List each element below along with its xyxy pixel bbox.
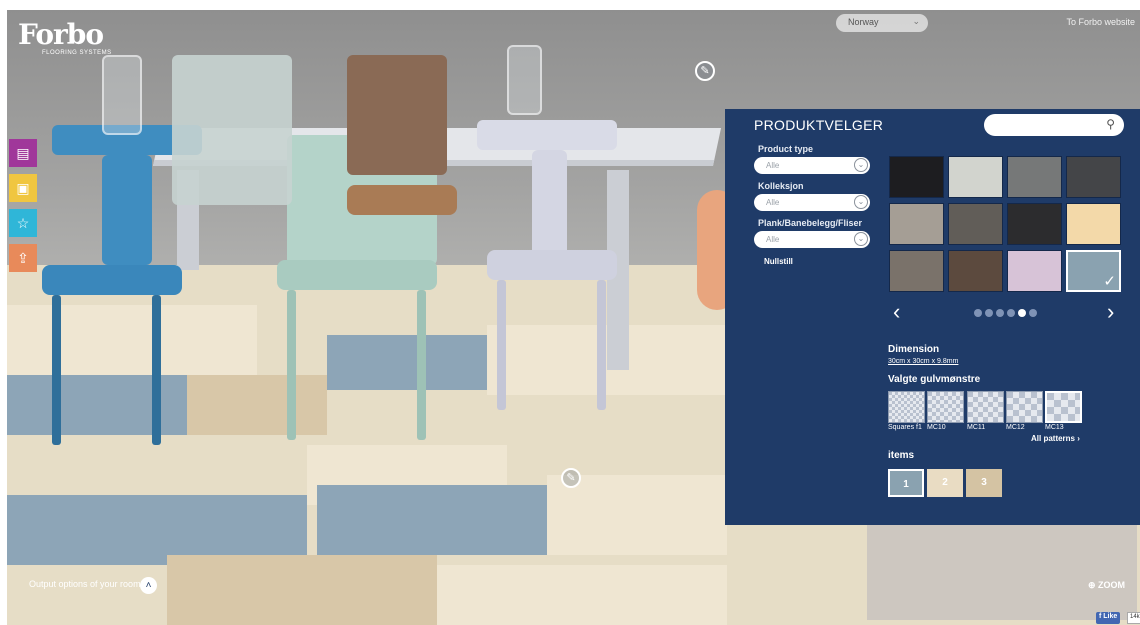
floor-swatch[interactable] xyxy=(1066,156,1121,198)
item-button[interactable]: 3 xyxy=(966,469,1002,497)
vase xyxy=(102,55,142,135)
image-icon[interactable]: ▣ xyxy=(9,174,37,202)
search-input[interactable]: ⚲ xyxy=(984,114,1124,136)
pattern-name: MC11 xyxy=(967,424,986,431)
reset-filters-link[interactable]: Nullstill xyxy=(764,257,793,266)
filter-label-product-type: Product type xyxy=(758,144,814,154)
dimension-value[interactable]: 30cm x 30cm x 9.8mm xyxy=(888,358,958,365)
panel-title: PRODUKTVELGER xyxy=(754,117,884,133)
country-select[interactable]: Norway ⌄ xyxy=(836,14,928,32)
chevron-down-icon: ⌄ xyxy=(854,158,868,172)
items-label: items xyxy=(888,450,915,461)
zoom-label: ZOOM xyxy=(1098,580,1126,590)
vase xyxy=(507,45,542,115)
pagination-dot[interactable] xyxy=(1007,309,1015,317)
floor-swatch[interactable] xyxy=(889,156,944,198)
chevron-up-icon[interactable]: ˄ xyxy=(140,577,157,594)
pagination-dot[interactable] xyxy=(996,309,1004,317)
pagination-dot[interactable] xyxy=(1018,309,1026,317)
collection-select[interactable]: Alle ⌄ xyxy=(754,194,870,211)
floor-tile xyxy=(7,305,257,375)
facebook-like-label: Like xyxy=(1103,613,1118,620)
floor-tile xyxy=(437,565,727,625)
facebook-like-count: 14k xyxy=(1127,612,1140,624)
product-type-value: Alle xyxy=(766,161,780,170)
country-value: Norway xyxy=(848,17,879,27)
share-icon[interactable]: ⇪ xyxy=(9,244,37,272)
floor-swatch[interactable] xyxy=(948,156,1003,198)
product-type-select[interactable]: Alle ⌄ xyxy=(754,157,870,174)
item-button[interactable]: 1 xyxy=(888,469,924,497)
pagination-dot[interactable] xyxy=(1029,309,1037,317)
floor-swatch[interactable] xyxy=(1007,250,1062,292)
star-icon[interactable]: ☆ xyxy=(9,209,37,237)
output-options-label[interactable]: Output options of your room xyxy=(29,579,141,589)
checkmark-icon: ✓ xyxy=(1103,273,1116,290)
floor-swatch[interactable] xyxy=(1066,203,1121,245)
edit-wall-pencil-icon[interactable]: ✎ xyxy=(695,61,715,81)
all-patterns-text: All patterns xyxy=(1031,434,1076,443)
prev-page-arrow-icon[interactable]: ‹ xyxy=(893,299,900,325)
pattern-thumbnail[interactable] xyxy=(967,391,1004,423)
filter-label-collection: Kolleksjon xyxy=(758,181,804,191)
floor-swatch[interactable] xyxy=(1007,203,1062,245)
patterns-label: Valgte gulvmønstre xyxy=(888,374,981,385)
pagination-dot[interactable] xyxy=(985,309,993,317)
format-select[interactable]: Alle ⌄ xyxy=(754,231,870,248)
forbo-website-link[interactable]: To Forbo website xyxy=(1066,17,1135,27)
pattern-thumbnail[interactable] xyxy=(1006,391,1043,423)
logo-tagline: FLOORING SYSTEMS xyxy=(42,50,112,56)
zoom-icon: ⊕ xyxy=(1088,580,1099,590)
all-patterns-link[interactable]: All patterns › xyxy=(1031,434,1080,443)
zoom-button[interactable]: ⊕ ZOOM xyxy=(1088,580,1125,591)
search-icon: ⚲ xyxy=(1106,117,1115,131)
dimension-label: Dimension xyxy=(888,344,940,355)
pattern-name: Squares f1 xyxy=(888,424,922,431)
floor-swatch[interactable] xyxy=(1007,156,1062,198)
logo-brand: Forbo xyxy=(18,18,104,51)
edit-floor-pencil-icon[interactable]: ✎ xyxy=(561,468,581,488)
floor-swatch[interactable] xyxy=(889,250,944,292)
chevron-down-icon: ⌄ xyxy=(854,195,868,209)
floor-swatch[interactable]: ✓ xyxy=(1066,250,1121,292)
format-value: Alle xyxy=(766,235,780,244)
product-selector-panel: PRODUKTVELGER ⚲ Product type Alle ⌄ Koll… xyxy=(725,109,1140,525)
chevron-right-icon: › xyxy=(1077,434,1080,443)
forbo-logo[interactable]: Forbo FLOORING SYSTEMS xyxy=(18,18,112,57)
pattern-thumbnail[interactable] xyxy=(1045,391,1082,423)
chevron-down-icon: ⌄ xyxy=(912,16,920,26)
floor-swatch[interactable] xyxy=(948,203,1003,245)
layout-icon[interactable]: ▤ xyxy=(9,139,37,167)
pattern-name: MC12 xyxy=(1006,424,1025,431)
floor-swatch[interactable] xyxy=(948,250,1003,292)
pattern-thumbnail[interactable] xyxy=(927,391,964,423)
facebook-like-button[interactable]: f Like xyxy=(1096,612,1121,624)
pagination-dot[interactable] xyxy=(974,309,982,317)
pattern-name: MC13 xyxy=(1045,424,1064,431)
collection-value: Alle xyxy=(766,198,780,207)
floor-tile xyxy=(167,555,437,625)
floor-swatch[interactable] xyxy=(889,203,944,245)
floor-tile xyxy=(187,375,327,435)
floor-tile xyxy=(327,335,487,390)
pattern-name: MC10 xyxy=(927,424,946,431)
next-page-arrow-icon[interactable]: › xyxy=(1107,299,1114,325)
filter-label-format: Plank/Banebelegg/Fliser xyxy=(758,218,863,228)
item-button[interactable]: 2 xyxy=(927,469,963,497)
chevron-down-icon: ⌄ xyxy=(854,232,868,246)
floor-tile xyxy=(317,485,547,555)
pattern-thumbnail[interactable] xyxy=(888,391,925,423)
